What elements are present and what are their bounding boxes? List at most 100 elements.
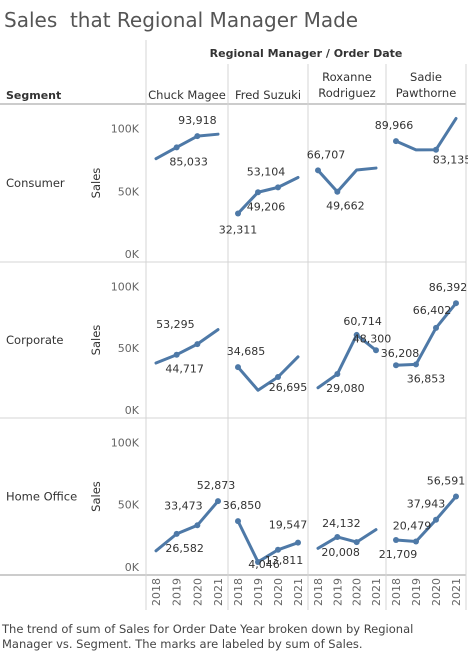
data-point (334, 371, 341, 378)
y-axis-title: Sales (89, 481, 103, 512)
data-label: 26,695 (269, 381, 308, 394)
row-header: Segment (6, 89, 61, 102)
x-tick-label: 2018 (390, 578, 403, 606)
data-label: 20,479 (393, 519, 432, 532)
data-point (315, 167, 321, 174)
data-label: 49,662 (326, 200, 365, 213)
x-tick-label: 2019 (331, 578, 344, 606)
manager-header: Chuck Magee (148, 88, 226, 102)
data-label: 24,132 (322, 517, 361, 530)
data-point (334, 188, 341, 195)
x-tick-label: 2020 (272, 578, 285, 606)
manager-header: Rodriguez (318, 86, 375, 100)
data-point (393, 362, 399, 369)
segment-label: Corporate (6, 333, 64, 347)
y-tick-label: 100K (111, 280, 140, 293)
data-point (235, 518, 241, 525)
data-point (275, 546, 281, 553)
data-point (334, 533, 341, 540)
chart-caption: The trend of sum of Sales for Order Date… (2, 622, 414, 651)
x-tick-label: 2020 (191, 578, 204, 606)
data-label: 56,591 (427, 475, 466, 488)
series-line (154, 328, 220, 365)
data-point (453, 493, 459, 500)
column-header: Regional Manager / Order Date (210, 47, 403, 60)
data-label: 53,295 (156, 318, 195, 331)
y-tick-label: 50K (118, 185, 140, 198)
data-label: 85,033 (169, 155, 208, 168)
data-label: 32,311 (219, 223, 258, 236)
data-point (255, 189, 261, 196)
data-point (235, 364, 241, 371)
data-label: 29,080 (326, 382, 365, 395)
data-label: 66,402 (413, 304, 452, 317)
data-point (215, 498, 221, 505)
x-tick-label: 2021 (292, 578, 305, 606)
y-tick-label: 0K (125, 404, 140, 417)
small-multiples-line-chart: Regional Manager / Order Date Segment Chuc… (0, 40, 468, 610)
data-point (173, 530, 180, 537)
manager-header: Pawthorne (396, 86, 457, 100)
x-tick-label: 2021 (370, 578, 383, 606)
data-label: 13,811 (265, 554, 304, 567)
x-tick-label: 2021 (212, 578, 225, 606)
y-tick-label: 100K (111, 123, 140, 136)
y-tick-label: 50K (118, 499, 140, 512)
data-point (275, 184, 281, 191)
data-label: 48,300 (353, 332, 392, 345)
x-tick-label: 2019 (171, 578, 184, 606)
data-point (235, 210, 241, 217)
x-tick-label: 2021 (450, 578, 463, 606)
manager-header: Roxanne (322, 70, 372, 84)
data-label: 89,966 (375, 119, 414, 132)
x-tick-label: 2020 (351, 578, 364, 606)
data-point (353, 539, 360, 546)
data-label: 19,547 (269, 519, 308, 532)
data-label: 66,707 (307, 148, 346, 161)
data-label: 52,873 (197, 479, 236, 492)
data-label: 60,714 (343, 315, 382, 328)
data-point (295, 539, 301, 546)
data-label: 36,853 (407, 372, 446, 385)
data-point (393, 536, 399, 543)
data-point (173, 351, 180, 358)
data-point (194, 341, 201, 348)
data-point (194, 133, 201, 140)
data-label: 26,582 (165, 542, 204, 555)
x-tick-label: 2020 (430, 578, 443, 606)
data-label: 83,135 (433, 154, 468, 167)
y-tick-label: 0K (125, 561, 140, 574)
manager-header: Fred Suzuki (235, 88, 301, 102)
data-point (453, 300, 459, 307)
x-tick-label: 2018 (232, 578, 245, 606)
data-point (433, 146, 439, 153)
data-point (413, 361, 419, 368)
data-label: 20,008 (321, 546, 360, 559)
x-tick-label: 2018 (312, 578, 325, 606)
x-tick-label: 2019 (252, 578, 265, 606)
data-point (393, 138, 399, 145)
data-label: 86,392 (429, 281, 468, 294)
data-point (373, 347, 379, 354)
data-label: 37,943 (407, 498, 446, 511)
data-point (194, 522, 201, 529)
y-axis-title: Sales (89, 168, 103, 199)
data-label: 36,850 (223, 499, 262, 512)
data-label: 53,104 (247, 165, 286, 178)
data-label: 44,717 (165, 363, 204, 376)
y-tick-label: 0K (125, 248, 140, 261)
data-point (413, 538, 419, 545)
y-tick-label: 50K (118, 342, 140, 355)
data-point (433, 516, 439, 523)
manager-header: Sadie (410, 70, 442, 84)
data-point (173, 144, 180, 151)
data-label: 93,918 (178, 114, 217, 127)
data-label: 49,206 (247, 200, 286, 213)
data-label: 36,208 (381, 347, 420, 360)
segment-label: Home Office (6, 490, 77, 504)
y-tick-label: 100K (111, 436, 140, 449)
x-tick-label: 2018 (150, 578, 163, 606)
y-axis-title: Sales (89, 325, 103, 356)
data-label: 33,473 (164, 499, 203, 512)
data-label: 34,685 (227, 345, 266, 358)
